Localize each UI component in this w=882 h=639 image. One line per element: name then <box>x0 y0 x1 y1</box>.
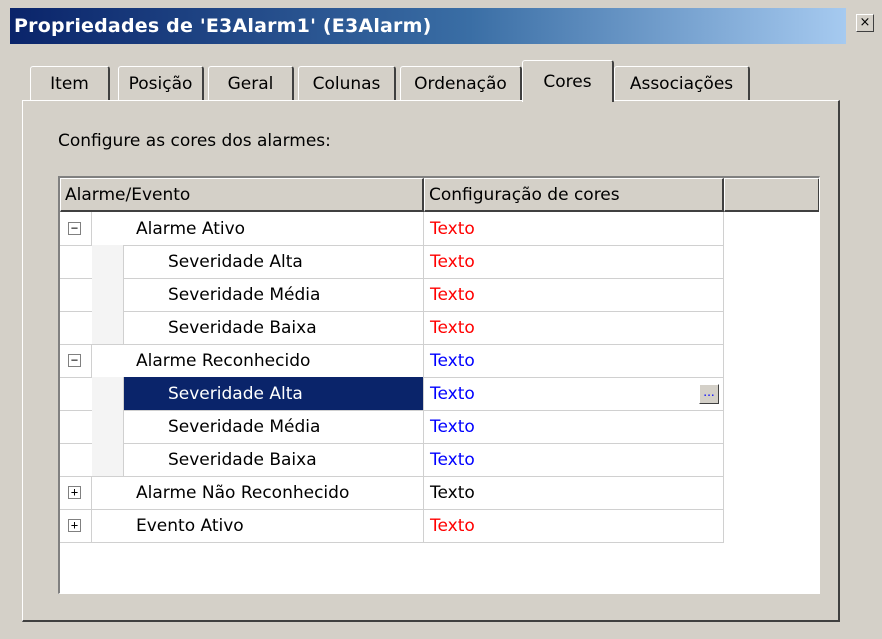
header-configuracao-cores[interactable]: Configuração de cores <box>424 178 724 212</box>
color-config-cell[interactable]: Texto... <box>424 377 724 411</box>
row-label[interactable]: Alarme Ativo <box>92 212 424 246</box>
close-icon[interactable]: × <box>856 14 874 32</box>
tab-label: Item <box>50 73 89 94</box>
row-label[interactable]: Evento Ativo <box>92 509 424 543</box>
color-config-cell[interactable]: Texto <box>424 476 724 510</box>
row-label[interactable]: Severidade Média <box>124 278 424 312</box>
color-config-value: Texto <box>430 482 475 503</box>
color-config-cell[interactable]: Texto <box>424 509 724 543</box>
color-config-value: Texto <box>430 383 475 404</box>
color-config-cell[interactable]: Texto <box>424 245 724 279</box>
expander-cell: + <box>60 509 92 543</box>
table-row[interactable]: Severidade Baixa Texto <box>60 443 724 477</box>
indent-cell <box>92 278 124 312</box>
tab-label: Posição <box>128 73 193 94</box>
row-label[interactable]: Severidade Alta <box>124 245 424 279</box>
color-config-value: Texto <box>430 515 475 536</box>
color-config-cell[interactable]: Texto <box>424 344 724 378</box>
ellipsis-button[interactable]: ... <box>699 384 719 404</box>
tab-cores[interactable]: Cores <box>522 60 614 102</box>
collapse-icon[interactable]: − <box>68 222 81 235</box>
color-config-value: Texto <box>430 251 475 272</box>
color-config-value: Texto <box>430 350 475 371</box>
color-config-cell[interactable]: Texto <box>424 311 724 345</box>
color-config-value: Texto <box>430 284 475 305</box>
table-row[interactable]: Severidade Alta Texto... <box>60 377 724 411</box>
color-grid[interactable]: Alarme/Evento Configuração de cores − Ala… <box>58 176 820 594</box>
table-row[interactable]: + Evento Ativo Texto <box>60 509 724 543</box>
row-label[interactable]: Alarme Reconhecido <box>92 344 424 378</box>
expander-cell <box>60 410 92 444</box>
tab-label: Colunas <box>312 73 381 94</box>
color-config-value: Texto <box>430 416 475 437</box>
indent-cell <box>92 245 124 279</box>
tab-geral[interactable]: Geral <box>208 66 294 100</box>
expand-icon[interactable]: + <box>68 519 81 532</box>
expander-cell: + <box>60 476 92 510</box>
tab-posicao[interactable]: Posição <box>118 66 204 100</box>
expander-cell <box>60 278 92 312</box>
expander-cell <box>60 377 92 411</box>
tab-associacoes[interactable]: Associações <box>614 66 750 100</box>
color-config-cell[interactable]: Texto <box>424 278 724 312</box>
instruction-label: Configure as cores dos alarmes: <box>58 131 331 151</box>
table-row[interactable]: Severidade Baixa Texto <box>60 311 724 345</box>
row-label[interactable]: Alarme Não Reconhecido <box>92 476 424 510</box>
expander-cell <box>60 311 92 345</box>
color-config-value: Texto <box>430 218 475 239</box>
tab-label: Ordenação <box>414 73 507 94</box>
row-label[interactable]: Severidade Alta <box>124 377 424 411</box>
color-config-value: Texto <box>430 317 475 338</box>
row-label[interactable]: Severidade Baixa <box>124 311 424 345</box>
header-empty <box>724 178 819 212</box>
grid-header: Alarme/Evento Configuração de cores <box>60 178 819 212</box>
row-label[interactable]: Severidade Média <box>124 410 424 444</box>
expander-cell <box>60 443 92 477</box>
header-alarme-evento[interactable]: Alarme/Evento <box>60 178 424 212</box>
table-row[interactable]: − Alarme Ativo Texto <box>60 212 724 246</box>
indent-cell <box>92 377 124 411</box>
window-title: Propriedades de 'E3Alarm1' (E3Alarm) <box>14 15 432 37</box>
tab-colunas[interactable]: Colunas <box>298 66 396 100</box>
table-row[interactable]: − Alarme Reconhecido Texto <box>60 344 724 378</box>
collapse-icon[interactable]: − <box>68 354 81 367</box>
color-config-cell[interactable]: Texto <box>424 443 724 477</box>
row-label[interactable]: Severidade Baixa <box>124 443 424 477</box>
table-row[interactable]: Severidade Média Texto <box>60 278 724 312</box>
indent-cell <box>92 311 124 345</box>
indent-cell <box>92 443 124 477</box>
expander-cell: − <box>60 344 92 378</box>
color-config-cell[interactable]: Texto <box>424 410 724 444</box>
expander-cell: − <box>60 212 92 246</box>
title-bar: Propriedades de 'E3Alarm1' (E3Alarm) <box>10 8 846 44</box>
tab-label: Associações <box>629 73 734 94</box>
indent-cell <box>92 410 124 444</box>
table-row[interactable]: Severidade Alta Texto <box>60 245 724 279</box>
tab-label: Geral <box>227 73 274 94</box>
expand-icon[interactable]: + <box>68 486 81 499</box>
table-row[interactable]: + Alarme Não Reconhecido Texto <box>60 476 724 510</box>
tab-label: Cores <box>543 71 592 92</box>
color-config-cell[interactable]: Texto <box>424 212 724 246</box>
expander-cell <box>60 245 92 279</box>
tab-ordenacao[interactable]: Ordenação <box>400 66 522 100</box>
tab-item[interactable]: Item <box>30 66 110 100</box>
color-config-value: Texto <box>430 449 475 470</box>
table-row[interactable]: Severidade Média Texto <box>60 410 724 444</box>
